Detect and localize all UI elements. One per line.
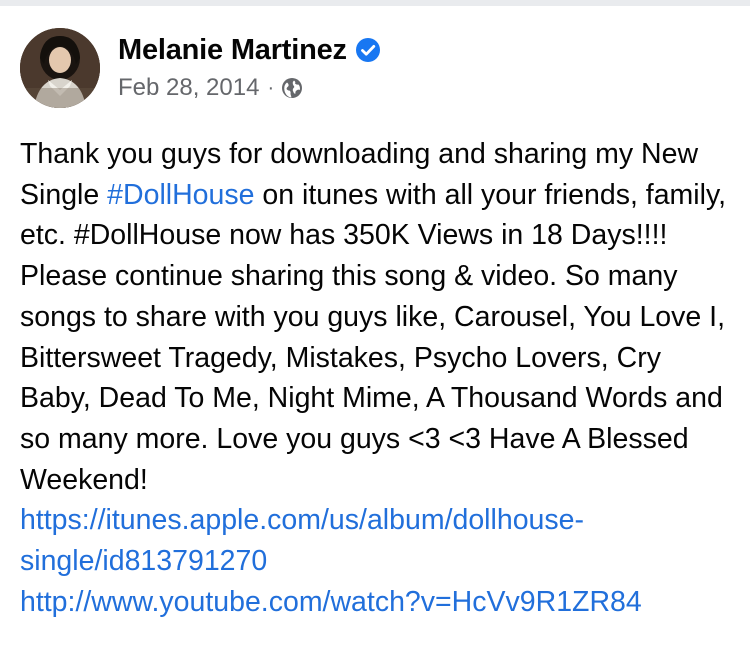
post-header: Melanie Martinez Feb 28, 2014 · xyxy=(20,28,381,108)
separator-dot: · xyxy=(267,76,275,99)
youtube-link[interactable]: http://www.youtube.com/watch?v=HcVv9R1ZR… xyxy=(20,586,642,618)
post-meta: Melanie Martinez Feb 28, 2014 · xyxy=(118,30,381,106)
avatar-photo xyxy=(20,28,100,108)
avatar[interactable] xyxy=(20,28,100,108)
hashtag-link[interactable]: #DollHouse xyxy=(107,179,254,211)
post-text: Thank you guys for downloading and shari… xyxy=(20,134,732,500)
post-subtitle: Feb 28, 2014 · xyxy=(118,70,381,106)
facebook-post: Melanie Martinez Feb 28, 2014 · Thank yo… xyxy=(0,6,750,668)
verified-badge-icon xyxy=(355,37,381,63)
globe-icon[interactable] xyxy=(280,76,304,100)
post-body: Thank you guys for downloading and shari… xyxy=(20,134,732,622)
author-row: Melanie Martinez xyxy=(118,30,381,70)
post-date[interactable]: Feb 28, 2014 xyxy=(118,74,259,102)
author-name[interactable]: Melanie Martinez xyxy=(118,34,347,67)
itunes-link[interactable]: https://itunes.apple.com/us/album/dollho… xyxy=(20,504,584,577)
post-text-part2: on itunes with all your friends, family,… xyxy=(20,178,727,496)
